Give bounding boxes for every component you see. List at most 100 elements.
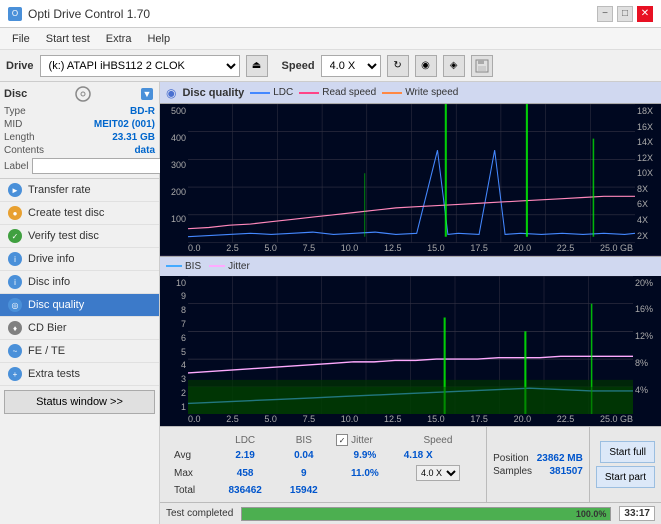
y-400: 400 — [171, 133, 186, 143]
option2-button[interactable]: ◈ — [443, 55, 465, 77]
by-16pct: 16% — [635, 304, 659, 314]
chart-icon: ◉ — [166, 86, 176, 100]
top-y-axis-left: 500 400 300 200 100 — [160, 104, 188, 243]
legend-read-speed: Read speed — [299, 87, 376, 98]
sidebar-item-extra-tests[interactable]: +Extra tests — [0, 363, 159, 386]
sidebar-label-disc-info: Disc info — [28, 276, 70, 288]
by-6: 6 — [181, 333, 186, 343]
extra-tests-icon: + — [8, 367, 22, 381]
close-button[interactable]: ✕ — [637, 6, 653, 22]
status-bar: Test completed 100.0% 33:17 — [160, 502, 661, 524]
start-full-button[interactable]: Start full — [600, 441, 655, 463]
total-label: Total — [170, 484, 213, 497]
write-speed-color — [382, 92, 402, 94]
sidebar-item-create-test-disc[interactable]: ●Create test disc — [0, 202, 159, 225]
y-6x: 6X — [637, 199, 659, 209]
by-20pct: 20% — [635, 278, 659, 288]
chart-header: ◉ Disc quality LDC Read speed Write spee… — [160, 82, 661, 104]
x-17.5: 17.5 — [470, 243, 488, 253]
label-label: Label — [4, 161, 28, 172]
disc-section-title: Disc — [4, 88, 27, 100]
sidebar-item-fe-te[interactable]: ~ FE / TE — [0, 340, 159, 363]
sidebar-label-cd-bier: CD Bier — [28, 322, 67, 334]
refresh-button[interactable]: ↻ — [387, 55, 409, 77]
jitter-checkbox[interactable]: ✓ — [336, 434, 348, 446]
menu-start-test[interactable]: Start test — [38, 31, 98, 47]
menu-help[interactable]: Help — [139, 31, 178, 47]
y-12x: 12X — [637, 153, 659, 163]
sidebar-item-transfer-rate[interactable]: ►Transfer rate — [0, 179, 159, 202]
drive-select[interactable]: (k:) ATAPI iHBS112 2 CLOK — [40, 55, 240, 77]
write-speed-label: Write speed — [405, 87, 458, 98]
position-label: Position — [493, 453, 529, 464]
position-value: 23862 MB — [537, 453, 583, 464]
jitter-label: Jitter — [228, 261, 250, 272]
mid-label: MID — [4, 119, 22, 130]
menu-extra[interactable]: Extra — [98, 31, 140, 47]
total-row: Total 836462 15942 — [170, 484, 476, 497]
sidebar-item-disc-quality[interactable]: ◎Disc quality — [0, 294, 159, 317]
sidebar-item-disc-info[interactable]: i Disc info — [0, 271, 159, 294]
bottom-x-axis: 0.0 2.5 5.0 7.5 10.0 12.5 15.0 17.5 20.0… — [160, 414, 661, 426]
left-panel: Disc ▼ Type BD-R MID MEIT02 (001) Lengt — [0, 82, 160, 524]
y-300: 300 — [171, 160, 186, 170]
status-window-button[interactable]: Status window >> — [4, 390, 155, 414]
col-bis: BIS — [278, 433, 331, 447]
by-5: 5 — [181, 347, 186, 357]
by-1: 1 — [181, 402, 186, 412]
ldc-color — [250, 92, 270, 94]
speed-select[interactable]: 4.0 X — [321, 55, 381, 77]
fe-te-icon: ~ — [8, 344, 22, 358]
titlebar-left: O Opti Drive Control 1.70 — [8, 7, 150, 21]
y-2x: 2X — [637, 231, 659, 241]
window-controls: − □ ✕ — [597, 6, 653, 22]
sidebar-item-verify-test-disc[interactable]: ✓Verify test disc — [0, 225, 159, 248]
y-100: 100 — [171, 214, 186, 224]
samples-row: Samples 381507 — [493, 466, 583, 477]
menu-file[interactable]: File — [4, 31, 38, 47]
option1-button[interactable]: ◉ — [415, 55, 437, 77]
col-empty — [170, 433, 213, 447]
progress-text: 100.0% — [576, 509, 607, 519]
max-label: Max — [170, 464, 213, 482]
x-5: 5.0 — [264, 243, 277, 253]
drive-label: Drive — [6, 60, 34, 72]
bis-label: BIS — [185, 261, 201, 272]
bottom-chart-header: BIS Jitter — [160, 256, 661, 276]
x-22.5: 22.5 — [557, 243, 575, 253]
top-x-axis: 0.0 2.5 5.0 7.5 10.0 12.5 15.0 17.5 20.0… — [160, 243, 661, 255]
app-icon: O — [8, 7, 22, 21]
minimize-button[interactable]: − — [597, 6, 613, 22]
samples-label: Samples — [493, 466, 532, 477]
right-panel: ◉ Disc quality LDC Read speed Write spee… — [160, 82, 661, 524]
sidebar-item-drive-info[interactable]: iDrive info — [0, 248, 159, 271]
contents-label: Contents — [4, 145, 44, 156]
by-4: 4 — [181, 360, 186, 370]
by-12pct: 12% — [635, 331, 659, 341]
disc-info-icon: i — [8, 275, 22, 289]
sidebar-item-cd-bier[interactable]: ♦CD Bier — [0, 317, 159, 340]
total-jitter — [332, 484, 398, 497]
start-part-button[interactable]: Start part — [596, 466, 655, 488]
save-button[interactable] — [471, 55, 493, 77]
by-7: 7 — [181, 319, 186, 329]
menubar: File Start test Extra Help — [0, 28, 661, 50]
x-15: 15.0 — [427, 243, 445, 253]
speed-set-select[interactable]: 4.0 X — [416, 465, 460, 481]
eject-button[interactable]: ⏏ — [246, 55, 268, 77]
stats-table: LDC BIS ✓ Jitter Speed — [168, 431, 478, 499]
top-chart-container: 500 400 300 200 100 — [160, 104, 661, 243]
y-8x: 8X — [637, 184, 659, 194]
y-18x: 18X — [637, 106, 659, 116]
avg-label: Avg — [170, 449, 213, 462]
maximize-button[interactable]: □ — [617, 6, 633, 22]
progress-bar-container: 100.0% — [241, 507, 611, 521]
action-buttons: Start full Start part — [589, 427, 661, 502]
avg-jitter: 9.9% — [332, 449, 398, 462]
disc-options-icon: ▼ — [139, 86, 155, 102]
by-3: 3 — [181, 374, 186, 384]
sidebar-label-fe-te: FE / TE — [28, 345, 65, 357]
label-input[interactable] — [32, 158, 170, 174]
titlebar: O Opti Drive Control 1.70 − □ ✕ — [0, 0, 661, 28]
status-text: Test completed — [166, 508, 233, 519]
